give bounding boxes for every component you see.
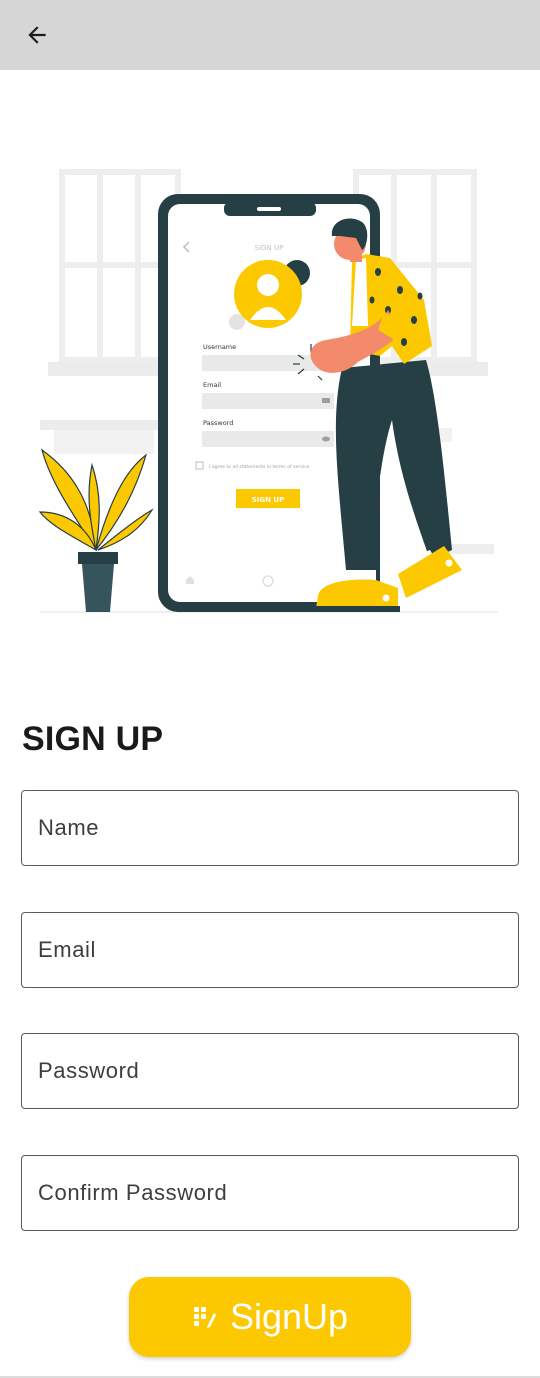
- name-input[interactable]: [22, 791, 518, 865]
- name-field[interactable]: [21, 790, 519, 866]
- confirm-password-input[interactable]: [22, 1156, 518, 1230]
- email-input[interactable]: [22, 913, 518, 987]
- confirm-password-field[interactable]: [21, 1155, 519, 1231]
- signup-illustration: SIGN UP Username Email Password I agree …: [38, 169, 498, 613]
- page-title: SIGN UP: [22, 720, 164, 758]
- email-field[interactable]: [21, 912, 519, 988]
- signup-button[interactable]: SignUp: [129, 1277, 411, 1357]
- signup-button-label: SignUp: [229, 1296, 349, 1337]
- phone-title: SIGN UP: [255, 244, 284, 252]
- phone-password-label: Password: [203, 419, 233, 427]
- phone-email-label: Email: [203, 381, 221, 389]
- phone-agree-text: I agree to all statements in terms of se…: [209, 464, 310, 470]
- back-button[interactable]: [12, 10, 62, 60]
- phone-username-label: Username: [203, 343, 236, 351]
- arrow-back-icon: [28, 26, 46, 44]
- password-field[interactable]: [21, 1033, 519, 1109]
- phone-signup-button: SIGN UP: [252, 496, 285, 504]
- password-input[interactable]: [22, 1034, 518, 1108]
- app-bar: [0, 0, 540, 70]
- signup-grid-icon: [193, 1307, 216, 1328]
